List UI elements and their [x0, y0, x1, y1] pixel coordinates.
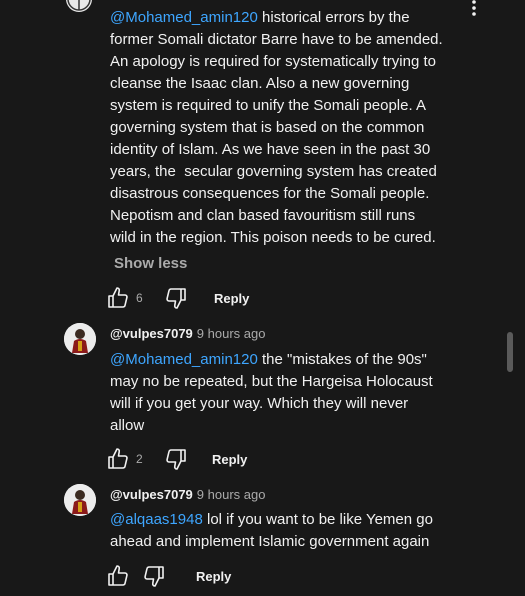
dislike-button[interactable] [164, 286, 188, 310]
comment-actions: 6 Reply [106, 286, 249, 310]
thumbs-down-icon [144, 566, 164, 587]
thumbs-down-icon [166, 288, 186, 309]
reply-button[interactable]: Reply [214, 291, 249, 306]
comment-text: @Mohamed_amin120 historical errors by th… [110, 9, 443, 246]
thumbs-down-icon [166, 449, 186, 470]
thumbs-up-icon [108, 448, 128, 469]
scrollbar-thumb[interactable] [507, 332, 513, 372]
avatar[interactable] [64, 484, 96, 516]
like-button[interactable] [106, 447, 130, 471]
author-name[interactable]: @vulpes7079 [110, 326, 193, 341]
top-comment: @Mohamed_amin120 historical errors by th… [110, 7, 460, 249]
vertical-ellipsis-icon [472, 0, 476, 16]
comment-actions: 2 Reply [106, 447, 247, 471]
avatar[interactable] [64, 323, 96, 355]
avatar-image [64, 484, 96, 516]
thumbs-up-icon [108, 287, 128, 308]
mention-link[interactable]: @Mohamed_amin120 [110, 351, 258, 368]
reply-button[interactable]: Reply [196, 569, 231, 584]
comment-text: @Mohamed_amin120 the "mistakes of the 90… [110, 351, 433, 434]
globe-icon [67, 0, 91, 11]
like-count: 6 [136, 291, 143, 305]
thumbs-up-icon [108, 565, 128, 586]
mention-link[interactable]: @Mohamed_amin120 [110, 9, 258, 26]
reply-comment: @alqaas1948 lol if you want to be like Y… [110, 509, 460, 553]
avatar-image [64, 323, 96, 355]
reply-header: @vulpes7079 9 hours ago [110, 486, 265, 504]
partial-avatar[interactable] [66, 0, 92, 12]
like-button[interactable] [106, 286, 130, 310]
reply-header: @vulpes7079 9 hours ago [110, 325, 265, 343]
timestamp[interactable]: 9 hours ago [197, 326, 266, 341]
timestamp[interactable]: 9 hours ago [197, 487, 266, 502]
comment-actions: Reply [106, 564, 231, 588]
like-button[interactable] [106, 564, 130, 588]
like-count: 2 [136, 452, 143, 466]
author-name[interactable]: @vulpes7079 [110, 487, 193, 502]
show-less-button[interactable]: Show less [114, 255, 187, 272]
dislike-button[interactable] [164, 447, 188, 471]
reply-button[interactable]: Reply [212, 452, 247, 467]
mention-link[interactable]: @alqaas1948 [110, 511, 203, 528]
comment-text: @alqaas1948 lol if you want to be like Y… [110, 511, 433, 550]
comment-menu-button[interactable] [462, 0, 486, 18]
reply-comment: @Mohamed_amin120 the "mistakes of the 90… [110, 349, 460, 437]
dislike-button[interactable] [142, 564, 166, 588]
